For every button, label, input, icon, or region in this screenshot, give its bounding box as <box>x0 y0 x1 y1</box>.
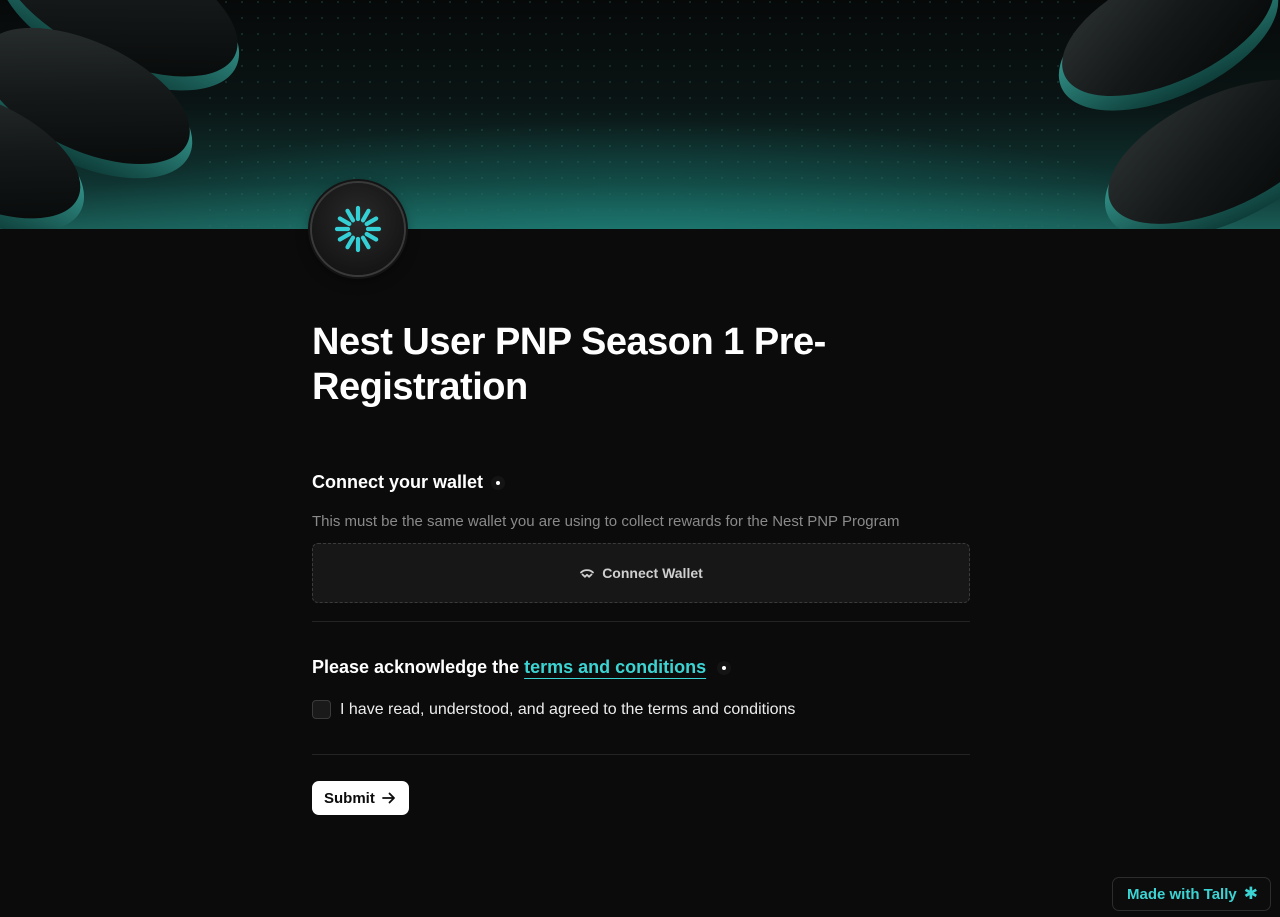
cover-artwork <box>0 0 1280 229</box>
arrow-right-icon <box>381 792 395 804</box>
terms-question-prefix: Please acknowledge the <box>312 657 520 677</box>
terms-checkbox-row[interactable]: I have read, understood, and agreed to t… <box>312 700 795 719</box>
terms-question-label: Please acknowledge the terms and conditi… <box>312 657 732 678</box>
submit-label: Submit <box>324 789 375 807</box>
submit-button[interactable]: Submit <box>312 781 409 815</box>
sunburst-logo-icon <box>334 205 382 253</box>
asterisk-icon: ✱ <box>1243 884 1258 903</box>
registration-form: Nest User PNP Season 1 Pre-Registration … <box>312 320 970 815</box>
terms-checkbox-label[interactable]: I have read, understood, and agreed to t… <box>340 701 795 719</box>
walletconnect-icon <box>580 569 595 578</box>
made-with-tally-badge[interactable]: Made with Tally ✱ <box>1112 877 1271 911</box>
badge-label: Made with Tally <box>1127 885 1237 903</box>
page: Nest User PNP Season 1 Pre-Registration … <box>0 0 1280 917</box>
terms-and-conditions-link[interactable]: terms and conditions <box>524 657 706 678</box>
connect-wallet-button[interactable]: Connect Wallet <box>312 543 970 603</box>
terms-checkbox[interactable] <box>312 700 331 719</box>
form-logo <box>312 183 404 275</box>
wallet-question-text: Connect your wallet <box>312 472 484 492</box>
section-divider <box>312 621 970 622</box>
wallet-help-text: This must be the same wallet you are usi… <box>312 513 900 530</box>
required-indicator-icon <box>717 660 732 675</box>
connect-wallet-label: Connect Wallet <box>602 565 703 581</box>
wallet-question-label: Connect your wallet <box>312 472 506 493</box>
section-divider <box>312 754 970 755</box>
form-title: Nest User PNP Season 1 Pre-Registration <box>312 321 826 408</box>
cover-image <box>0 0 1280 229</box>
required-indicator-icon <box>491 475 506 490</box>
